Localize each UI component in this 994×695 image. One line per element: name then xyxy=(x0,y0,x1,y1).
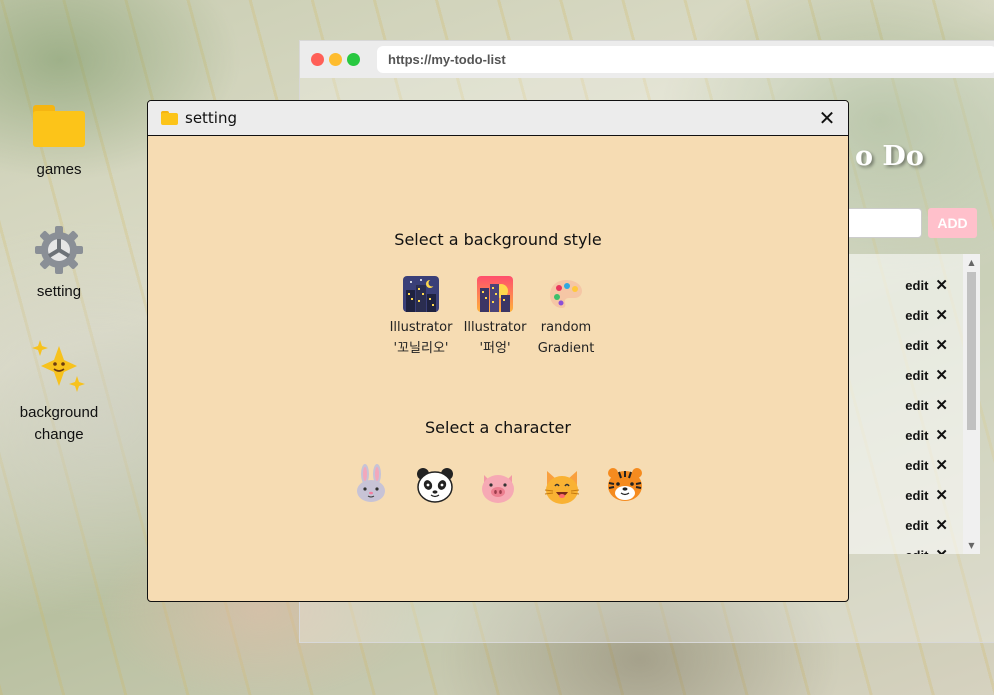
close-button[interactable]: ✕ xyxy=(816,106,838,130)
edit-button[interactable]: edit xyxy=(905,518,928,533)
rabbit-icon[interactable] xyxy=(351,464,391,504)
bg-option-illustrator-1[interactable]: Illustrator '꼬닐리오' xyxy=(381,276,461,359)
cat-icon[interactable] xyxy=(542,467,582,507)
edit-button[interactable]: edit xyxy=(905,308,928,323)
delete-icon[interactable]: ✕ xyxy=(935,546,948,554)
desktop-icon-label: setting xyxy=(36,283,82,300)
bg-section-title: Select a background style xyxy=(394,230,602,249)
bg-option-label: Illustrator '꼬닐리오' xyxy=(389,320,453,356)
delete-icon[interactable]: ✕ xyxy=(935,486,948,504)
delete-icon[interactable]: ✕ xyxy=(935,426,948,444)
bg-option-illustrator-2[interactable]: Illustrator '퍼엉' xyxy=(455,276,535,359)
pig-icon[interactable] xyxy=(478,467,518,507)
edit-button[interactable]: edit xyxy=(905,398,928,413)
desktop-icon-label: games xyxy=(36,161,82,178)
delete-icon[interactable]: ✕ xyxy=(935,456,948,474)
night-city-icon xyxy=(403,276,439,312)
edit-button[interactable]: edit xyxy=(905,428,928,443)
todo-row: edit ✕ xyxy=(830,300,980,330)
desktop-icon-setting[interactable]: setting xyxy=(10,224,108,303)
edit-button[interactable]: edit xyxy=(905,458,928,473)
address-bar[interactable]: https://my-todo-list xyxy=(377,46,994,73)
scroll-thumb[interactable] xyxy=(967,272,976,430)
todo-row: edit ✕ xyxy=(830,450,980,480)
scroll-down-icon[interactable]: ▼ xyxy=(963,537,980,554)
edit-button[interactable]: edit xyxy=(905,278,928,293)
todo-row: edit ✕ xyxy=(830,390,980,420)
scrollbar[interactable]: ▲ ▼ xyxy=(963,254,980,554)
delete-icon[interactable]: ✕ xyxy=(935,306,948,324)
scroll-up-icon[interactable]: ▲ xyxy=(963,254,980,271)
folder-icon xyxy=(161,111,178,125)
sunset-city-icon xyxy=(477,276,513,312)
desktop-icon-games[interactable]: games xyxy=(10,105,108,181)
todo-title: o Do xyxy=(855,141,924,172)
folder-icon xyxy=(33,105,85,147)
bg-option-label: random Gradient xyxy=(537,320,595,356)
maximize-dot[interactable] xyxy=(347,53,360,66)
sparkles-icon xyxy=(32,340,85,392)
todo-row: edit ✕ xyxy=(830,420,980,450)
bg-option-label: Illustrator '퍼엉' xyxy=(463,320,527,356)
delete-icon[interactable]: ✕ xyxy=(935,336,948,354)
todo-row: edit ✕ xyxy=(830,270,980,300)
delete-icon[interactable]: ✕ xyxy=(935,516,948,534)
todo-list: edit ✕ edit ✕ edit ✕ edit ✕ edit ✕ edit ✕ edit… xyxy=(830,254,980,554)
panda-icon[interactable] xyxy=(415,466,455,506)
close-dot[interactable] xyxy=(311,53,324,66)
delete-icon[interactable]: ✕ xyxy=(935,396,948,414)
browser-titlebar: https://my-todo-list xyxy=(300,41,994,78)
delete-icon[interactable]: ✕ xyxy=(935,366,948,384)
todo-row: edit ✕ xyxy=(830,540,980,554)
delete-icon[interactable]: ✕ xyxy=(935,276,948,294)
todo-row: edit ✕ xyxy=(830,480,980,510)
desktop-icon-label: background change xyxy=(19,404,99,443)
gear-icon xyxy=(35,226,83,274)
bg-option-random-gradient[interactable]: random Gradient xyxy=(526,276,606,359)
dialog-titlebar[interactable]: setting ✕ xyxy=(148,101,848,136)
char-section-title: Select a character xyxy=(425,418,571,437)
todo-row: edit ✕ xyxy=(830,510,980,540)
desktop-icon-background-change[interactable]: background change xyxy=(10,338,108,446)
edit-button[interactable]: edit xyxy=(905,368,928,383)
palette-icon xyxy=(550,280,582,308)
edit-button[interactable]: edit xyxy=(905,338,928,353)
todo-row: edit ✕ xyxy=(830,360,980,390)
setting-dialog: setting ✕ Select a background style Illu… xyxy=(147,100,849,602)
add-button[interactable]: ADD xyxy=(928,208,977,238)
edit-button[interactable]: edit xyxy=(905,488,928,503)
tiger-icon[interactable] xyxy=(605,465,645,505)
dialog-title: setting xyxy=(185,109,238,127)
edit-button[interactable]: edit xyxy=(905,548,928,555)
minimize-dot[interactable] xyxy=(329,53,342,66)
todo-row: edit ✕ xyxy=(830,330,980,360)
